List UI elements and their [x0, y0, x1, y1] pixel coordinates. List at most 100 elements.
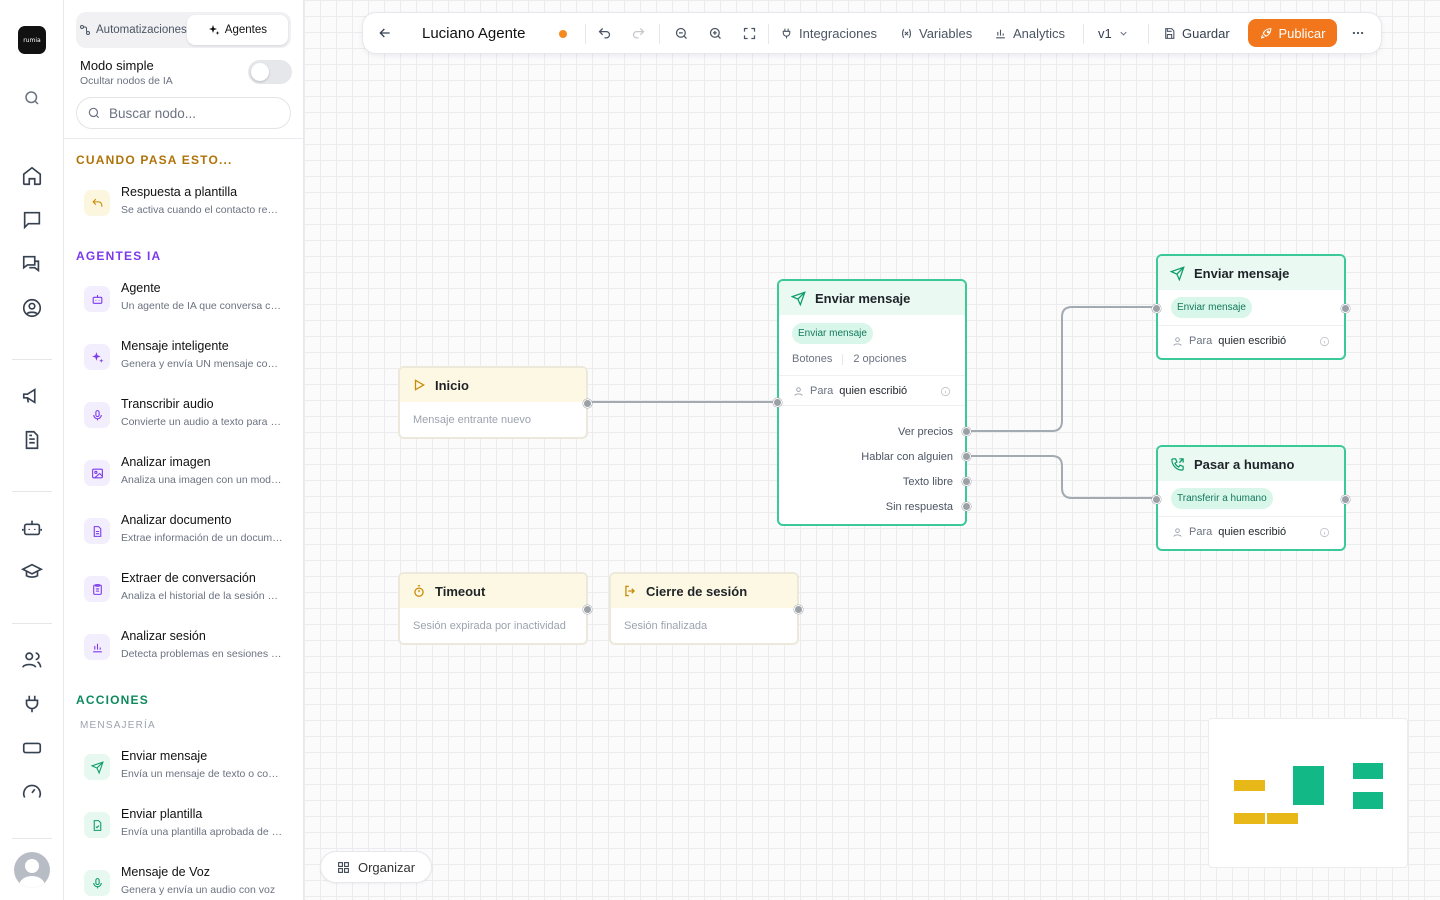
organize-button[interactable]: Organizar [320, 851, 432, 883]
search-icon[interactable] [20, 86, 44, 110]
node-inicio[interactable]: Inicio Mensaje entrante nuevo [398, 366, 592, 439]
flow-title[interactable]: Luciano Agente [422, 13, 525, 53]
integrations-button[interactable]: Integraciones [780, 13, 877, 53]
output-handle-ver-precios[interactable] [962, 427, 971, 436]
library-item-desc: Genera y envía UN mensaje con IA [121, 358, 283, 370]
node-input-handle[interactable] [1152, 304, 1161, 313]
library-item-send-message[interactable]: Enviar mensaje Envía un mensaje de texto… [84, 749, 294, 793]
user-avatar[interactable] [14, 852, 50, 888]
save-button[interactable]: Guardar [1163, 13, 1230, 53]
simple-mode-toggle[interactable] [248, 60, 292, 84]
library-item-send-template[interactable]: Enviar plantilla Envía una plantilla apr… [84, 807, 294, 851]
library-item-extract-conversation[interactable]: Extraer de conversación Analiza el histo… [84, 571, 294, 615]
save-icon [1165, 27, 1175, 39]
zoom-out-icon [675, 27, 687, 39]
output-handle-sin-respuesta[interactable] [962, 502, 971, 511]
fit-view-button[interactable] [742, 13, 757, 53]
node-output-handle[interactable] [1341, 495, 1350, 504]
output-label-texto-libre: Texto libre [902, 476, 953, 488]
stopwatch-icon [414, 585, 424, 597]
library-item-desc: Analiza una imagen con un modelo de IA [121, 474, 283, 486]
redo-button[interactable] [631, 13, 646, 53]
library-item-agent[interactable]: Agente Un agente de IA que conversa con … [84, 281, 294, 325]
node-subtitle: Sesión expirada por inactividad [413, 620, 566, 632]
document-icon[interactable] [20, 428, 44, 452]
node-title: Pasar a humano [1194, 456, 1295, 472]
bot-icon[interactable] [20, 516, 44, 540]
logout-icon [625, 585, 635, 597]
node-divider [779, 405, 965, 406]
library-item-analyze-image[interactable]: Analizar imagen Analiza una imagen con u… [84, 455, 294, 499]
fullscreen-icon [743, 27, 756, 39]
more-options-button[interactable] [1351, 13, 1365, 53]
variables-button[interactable]: Variables [900, 13, 972, 53]
library-item-title: Extraer de conversación [121, 571, 256, 585]
plug-icon[interactable] [20, 692, 44, 716]
node-search-input[interactable] [109, 105, 279, 121]
output-handle-texto-libre[interactable] [962, 477, 971, 486]
chat-icon[interactable] [20, 208, 44, 232]
megaphone-icon[interactable] [20, 384, 44, 408]
library-item-title: Respuesta a plantilla [121, 185, 238, 199]
zoom-in-button[interactable] [708, 13, 723, 53]
node-send-message-main[interactable]: Enviar mensaje Enviar mensaje Botones 2 … [773, 279, 971, 526]
node-timeout[interactable]: Timeout Sesión expirada por inactividad [398, 572, 592, 645]
tab-agents-label: Agentes [224, 24, 267, 36]
microphone-icon [84, 870, 110, 896]
node-type-pill: Enviar mensaje [1171, 297, 1252, 318]
users-icon[interactable] [20, 648, 44, 672]
output-handle-hablar[interactable] [962, 452, 971, 461]
unsaved-indicator [559, 30, 567, 38]
library-item-desc: Envía un mensaje de texto o contenido [121, 768, 283, 780]
zoom-out-button[interactable] [674, 13, 689, 53]
node-title: Enviar mensaje [1194, 265, 1290, 281]
node-send-message-top[interactable]: Enviar mensaje Enviar mensaje Para quien… [1152, 254, 1350, 360]
library-item-analyze-document[interactable]: Analizar documento Extrae información de… [84, 513, 294, 557]
minimap-node-timeout [1234, 813, 1265, 824]
publish-button[interactable]: Publicar [1248, 19, 1337, 47]
library-item-voice-message[interactable]: Mensaje de Voz Genera y envía un audio c… [84, 865, 294, 900]
home-icon[interactable] [20, 164, 44, 188]
app-logo[interactable]: rumia [18, 26, 46, 54]
graduation-icon[interactable] [20, 560, 44, 584]
library-item-title: Enviar mensaje [121, 749, 208, 763]
rocket-icon [1260, 27, 1271, 38]
chevron-down-icon [1120, 31, 1127, 36]
library-item-template-reply[interactable]: Respuesta a plantilla Se activa cuando e… [84, 185, 294, 229]
gauge-icon[interactable] [20, 780, 44, 804]
conversations-icon[interactable] [20, 252, 44, 276]
node-header: Timeout [400, 574, 586, 608]
undo-button[interactable] [597, 13, 612, 53]
library-item-analyze-session[interactable]: Analizar sesión Detecta problemas en ses… [84, 629, 294, 673]
toolbar-divider [585, 24, 586, 44]
tab-agents[interactable]: Agentes [186, 15, 288, 45]
contact-icon[interactable] [20, 296, 44, 320]
minimap[interactable] [1208, 718, 1408, 868]
node-pill-wrap: Transferir a humano [1158, 481, 1344, 509]
version-selector[interactable]: v1 [1098, 13, 1129, 53]
organize-label: Organizar [357, 859, 416, 875]
recipient-value: quien escribió [839, 385, 908, 397]
tab-automations[interactable]: Automatizaciones [79, 15, 187, 45]
rail-divider [12, 359, 52, 360]
section-triggers-title: CUANDO PASA ESTO... [76, 153, 233, 167]
node-input-handle[interactable] [1152, 495, 1161, 504]
back-button[interactable] [377, 13, 393, 53]
node-output-handle[interactable] [583, 605, 592, 614]
library-item-smart-message[interactable]: Mensaje inteligente Genera y envía UN me… [84, 339, 294, 383]
node-title: Timeout [435, 583, 486, 599]
node-cierre-sesion[interactable]: Cierre de sesión Sesión finalizada [609, 572, 803, 645]
node-output-handle[interactable] [794, 605, 803, 614]
node-output-handle[interactable] [1341, 304, 1350, 313]
node-input-handle[interactable] [773, 398, 782, 407]
analytics-button[interactable]: Analytics [994, 13, 1065, 53]
microphone-icon [84, 402, 110, 428]
library-item-transcribe-audio[interactable]: Transcribir audio Convierte un audio a t… [84, 397, 294, 441]
user-icon [1173, 336, 1182, 346]
library-item-title: Mensaje inteligente [121, 339, 229, 353]
node-output-handle[interactable] [583, 399, 592, 408]
keyboard-icon[interactable] [20, 736, 44, 760]
node-header: Enviar mensaje [1158, 256, 1344, 290]
node-title: Cierre de sesión [646, 583, 748, 599]
node-transfer-human[interactable]: Pasar a humano Transferir a humano Para … [1152, 445, 1350, 551]
